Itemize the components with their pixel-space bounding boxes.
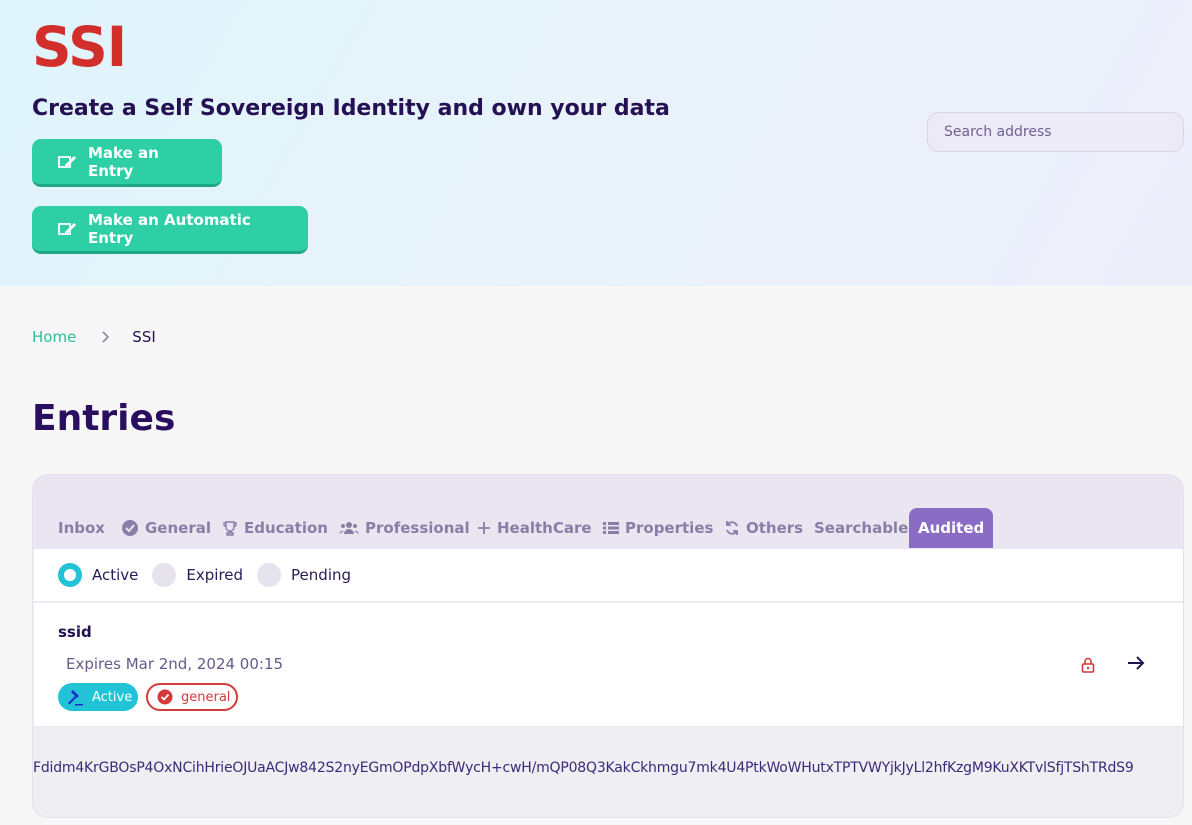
breadcrumb-home-link[interactable]: Home [32,328,76,346]
tab-general[interactable]: General [112,508,220,548]
status-badge-label: Active [92,689,133,705]
entries-panel: Inbox General Education Professional Hea… [32,474,1184,818]
search-address-input[interactable] [927,112,1184,152]
tab-label: General [145,519,211,537]
category-badge: general [146,683,238,711]
entry-expiry: Expires Mar 2nd, 2024 00:15 [66,655,284,673]
tab-label: Searchable [814,519,909,537]
breadcrumb: Home SSI [32,328,156,346]
category-tabs: Inbox General Education Professional Hea… [33,475,1183,549]
tab-label: Others [746,519,804,537]
filter-active-radio[interactable]: Active [58,563,138,587]
radio-label: Expired [186,566,244,584]
tab-properties[interactable]: Properties [594,508,722,548]
radio-selected-icon [58,563,82,587]
radio-label: Pending [291,566,352,584]
edit-document-icon [57,154,77,170]
entry-hash: Fdidm4KrGBOsP4OxNCihHrieOJUaACJw842S2nyE… [33,760,1134,776]
tab-label: Properties [625,519,714,537]
category-badge-label: general [181,689,231,705]
tab-inbox[interactable]: Inbox [49,508,114,548]
make-entry-label: Make an Entry [88,143,159,180]
radio-label: Active [92,566,139,584]
breadcrumb-current: SSI [132,328,156,346]
status-badge: Active [58,683,138,711]
make-automatic-entry-label: Make an Automatic Entry [88,210,251,247]
plus-icon [477,521,491,535]
arrow-right-icon[interactable] [1126,654,1146,672]
trophy-icon [222,520,238,536]
tab-label: Audited [918,519,985,537]
entry-name: ssid [58,623,92,641]
hero-banner: SSI Create a Self Sovereign Identity and… [0,0,1192,286]
tab-healthcare[interactable]: HealthCare [468,508,601,548]
tab-others[interactable]: Others [715,508,812,548]
tab-professional[interactable]: Professional [330,508,479,548]
tab-education[interactable]: Education [213,508,337,548]
verified-badge-icon [121,519,139,537]
tab-audited[interactable]: Audited [909,508,994,548]
entry-row[interactable]: ssid Expires Mar 2nd, 2024 00:15 Active … [34,603,1183,727]
chevron-right-icon [102,331,110,343]
filter-expired-radio[interactable]: Expired [152,563,243,587]
page-title: Entries [32,398,176,439]
tagline: Create a Self Sovereign Identity and own… [32,96,670,121]
edit-document-icon [57,221,77,237]
lock-icon[interactable] [1081,657,1095,673]
filter-pending-radio[interactable]: Pending [257,563,351,587]
tab-searchable[interactable]: Searchable [805,508,917,548]
radio-empty-icon [152,563,177,587]
app-logo: SSI [32,15,127,79]
gavel-icon [66,688,84,706]
refresh-icon [724,520,740,536]
tab-label: Education [244,519,328,537]
radio-empty-icon [257,563,282,587]
users-icon [339,521,359,535]
verified-badge-icon [157,689,173,705]
tab-label: Professional [365,519,470,537]
list-icon [603,521,619,535]
tab-label: Inbox [58,519,105,537]
tab-label: HealthCare [497,519,592,537]
make-entry-button[interactable]: Make an Entry [32,139,222,187]
make-automatic-entry-button[interactable]: Make an Automatic Entry [32,206,308,254]
status-filter: Active Expired Pending [34,549,1183,602]
